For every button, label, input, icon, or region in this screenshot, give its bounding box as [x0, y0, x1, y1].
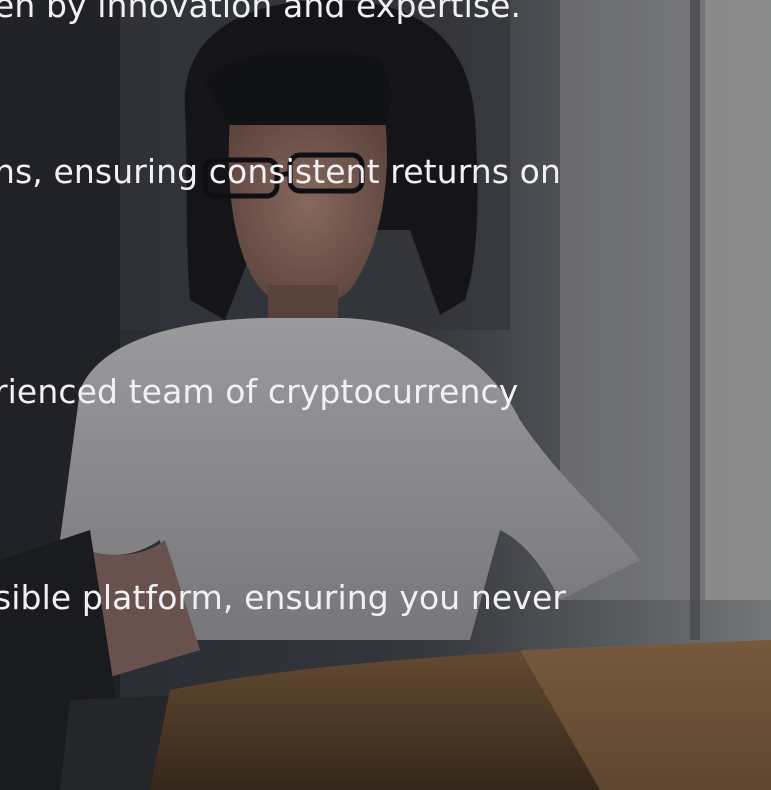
- feature-text-line-2: ns, ensuring consistent returns on: [0, 152, 561, 191]
- feature-text-line-3: rienced team of cryptocurrency: [0, 372, 519, 411]
- hero-section: en by innovation and expertise. ns, ensu…: [0, 0, 771, 790]
- feature-text-line-1: en by innovation and expertise.: [0, 0, 522, 25]
- feature-text-line-4: sible platform, ensuring you never: [0, 578, 567, 617]
